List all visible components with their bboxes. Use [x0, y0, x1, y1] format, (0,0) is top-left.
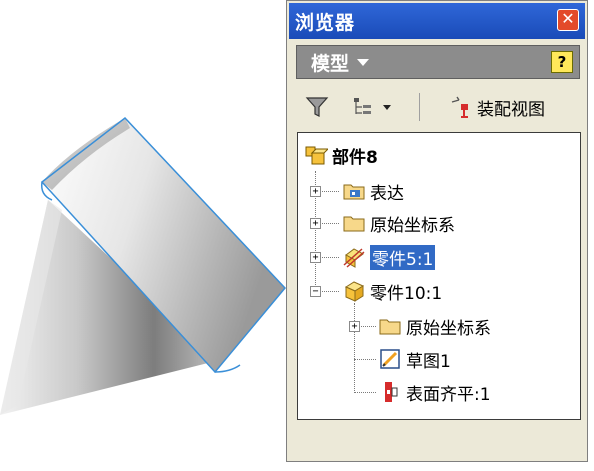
model-tree[interactable]: + + + − + 部件8 表达 原始坐标系 零件5:1 零件10:1 原始坐标… [297, 132, 581, 420]
tree-node-origin[interactable]: 原始坐标系 [342, 209, 455, 237]
tree-node-flush[interactable]: 表面齐平:1 [378, 378, 491, 406]
toolbar-separator [419, 93, 420, 121]
representation-icon [343, 184, 365, 200]
assembly-view-icon [451, 96, 468, 118]
close-icon: ✕ [561, 9, 575, 28]
expand-button[interactable]: + [349, 321, 360, 332]
panel-selector-dropdown[interactable]: 模型 ? [296, 45, 580, 79]
3d-viewport[interactable] [0, 0, 287, 467]
tree-node-part5[interactable]: 零件5:1 [342, 243, 436, 271]
expand-button[interactable]: + [310, 252, 321, 263]
filter-button[interactable] [305, 95, 329, 123]
panel-selector-label: 模型 [311, 52, 350, 75]
expand-button[interactable]: + [310, 186, 321, 197]
help-icon: ? [557, 53, 567, 71]
part-adaptive-icon [343, 248, 365, 268]
chevron-down-icon [357, 58, 370, 66]
browser-title: 浏览器 [295, 11, 356, 34]
chevron-down-icon [383, 104, 391, 110]
tree-node-root[interactable]: 部件8 [304, 141, 378, 169]
browser-panel: 浏览器 ✕ 模型 ? 装配视图 + + + − + 部件8 表达 原始坐标系 零… [286, 0, 588, 462]
tree-node-label: 表面齐平:1 [406, 384, 491, 405]
browser-toolbar: 装配视图 [287, 87, 587, 127]
flush-constraint-icon [385, 382, 398, 402]
hierarchy-dropdown[interactable] [351, 95, 391, 119]
expand-button[interactable]: + [310, 218, 321, 229]
cone-model[interactable] [0, 0, 287, 467]
tree-node-label: 草图1 [406, 351, 451, 372]
folder-icon [379, 319, 401, 335]
collapse-button[interactable]: − [310, 286, 321, 297]
browser-title-bar[interactable]: 浏览器 ✕ [289, 3, 585, 39]
tree-node-label: 表达 [370, 183, 404, 204]
tree-node-child-origin[interactable]: 原始坐标系 [378, 312, 491, 340]
tree-node-label: 原始坐标系 [406, 318, 491, 339]
tree-node-sketch[interactable]: 草图1 [378, 345, 451, 373]
tree-node-representation[interactable]: 表达 [342, 177, 404, 205]
tree-node-label: 部件8 [332, 147, 378, 168]
tree-node-label: 零件5:1 [370, 244, 436, 270]
tree-node-label: 零件10:1 [370, 283, 443, 304]
tree-connector [354, 392, 376, 393]
help-button[interactable]: ? [551, 51, 573, 73]
tree-connector [354, 303, 355, 393]
tree-node-part10[interactable]: 零件10:1 [342, 277, 442, 305]
sketch-icon [380, 349, 400, 369]
part-icon [344, 281, 365, 302]
assembly-view-label: 装配视图 [477, 100, 545, 120]
tree-connector [354, 359, 376, 360]
close-button[interactable]: ✕ [557, 9, 579, 31]
filter-icon [305, 97, 329, 117]
assembly-icon [305, 146, 328, 165]
assembly-view-button[interactable]: 装配视图 [449, 95, 545, 120]
folder-icon [343, 216, 365, 232]
tree-node-label: 原始坐标系 [370, 215, 455, 236]
hierarchy-icon [354, 98, 371, 114]
